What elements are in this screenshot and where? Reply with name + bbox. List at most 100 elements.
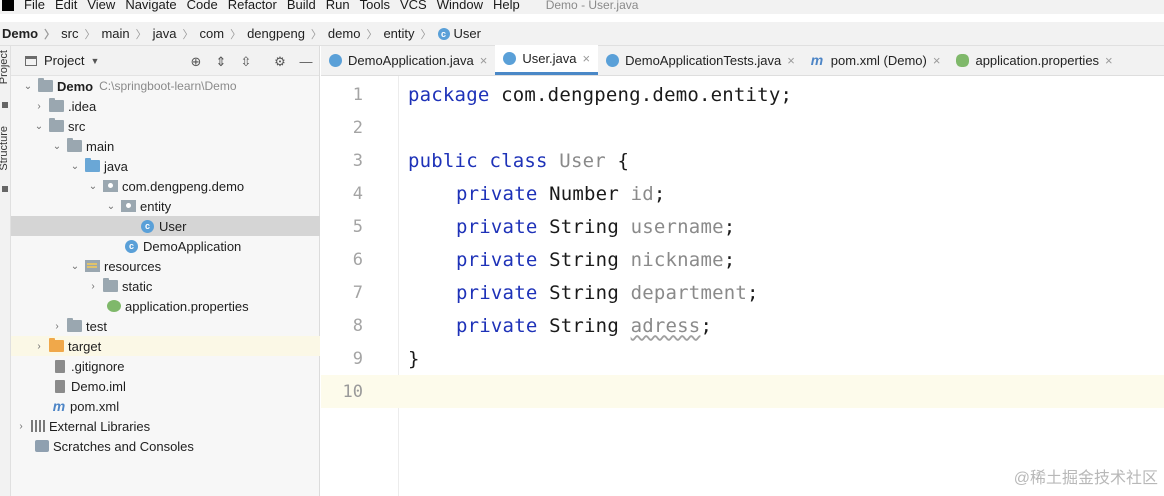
breadcrumb-item-main[interactable]: main 〉 xyxy=(101,26,152,42)
tree-item-user[interactable]: c User xyxy=(11,216,320,236)
chevron-right-icon[interactable]: › xyxy=(33,341,45,352)
close-icon[interactable]: × xyxy=(1105,53,1113,68)
locate-icon[interactable]: ⊕ xyxy=(189,55,203,69)
tree-item-demo-iml[interactable]: Demo.iml xyxy=(11,376,320,396)
tree-item-entity[interactable]: ⌄ entity xyxy=(11,196,320,216)
tab-user-java[interactable]: User.java × xyxy=(495,45,599,75)
tree-item-pom-xml[interactable]: m pom.xml xyxy=(11,396,320,416)
chevron-down-icon[interactable]: ⌄ xyxy=(69,161,81,172)
breadcrumb-item-demo[interactable]: Demo 〉 xyxy=(2,26,61,42)
tree-item-test[interactable]: › test xyxy=(11,316,320,336)
breadcrumb-item-user[interactable]: c User xyxy=(437,26,481,41)
menu-code[interactable]: Code xyxy=(187,0,218,11)
tree-item-label: application.properties xyxy=(125,298,249,314)
chevron-down-icon[interactable]: ⌄ xyxy=(105,201,117,212)
project-panel-title[interactable]: Project xyxy=(44,53,84,68)
code-line[interactable]: 5 private String username; xyxy=(321,210,1164,243)
chevron-right-icon[interactable]: › xyxy=(87,281,99,292)
code-line[interactable]: 6 private String nickname; xyxy=(321,243,1164,276)
chevron-down-icon[interactable]: ⌄ xyxy=(87,181,99,192)
keyword: package xyxy=(408,83,490,106)
code-line[interactable]: 7 private String department; xyxy=(321,276,1164,309)
intellij-logo-icon xyxy=(2,0,14,11)
line-number: 10 xyxy=(342,381,363,402)
code-line-current[interactable]: 10 xyxy=(321,375,1164,408)
structure-tool-window-tab[interactable]: Structure xyxy=(0,126,10,171)
menu-window[interactable]: Window xyxy=(437,0,483,11)
menu-navigate[interactable]: Navigate xyxy=(125,0,176,11)
menu-run[interactable]: Run xyxy=(326,0,350,11)
tab-demoapplication-java[interactable]: DemoApplication.java × xyxy=(321,45,495,75)
breadcrumb-item-demo-pkg[interactable]: demo 〉 xyxy=(328,26,384,42)
tree-item-external-libraries[interactable]: › External Libraries xyxy=(11,416,320,436)
field-name: department xyxy=(630,281,747,304)
tree-item-label: User xyxy=(159,218,187,234)
tree-item-idea[interactable]: › .idea xyxy=(11,96,320,116)
close-icon[interactable]: × xyxy=(583,51,591,66)
code-editor[interactable]: 1 package com.dengpeng.demo.entity; 2 3 … xyxy=(321,76,1164,496)
tree-item-resources[interactable]: ⌄ resources xyxy=(11,256,320,276)
chevron-down-icon[interactable]: ⌄ xyxy=(33,121,45,132)
tree-item-java[interactable]: ⌄ java xyxy=(11,156,320,176)
tree-item-demoapplication[interactable]: c DemoApplication xyxy=(11,236,320,256)
code-line[interactable]: 2 xyxy=(321,111,1164,144)
close-icon[interactable]: × xyxy=(933,53,941,68)
tree-item-src[interactable]: ⌄ src xyxy=(11,116,320,136)
menu-help[interactable]: Help xyxy=(493,0,520,11)
chevron-right-icon[interactable]: › xyxy=(51,321,63,332)
chevron-right-icon: 〉 xyxy=(420,28,432,41)
breadcrumb-item-com[interactable]: com 〉 xyxy=(200,26,248,42)
tree-item-scratches[interactable]: Scratches and Consoles xyxy=(11,436,320,456)
menu-refactor[interactable]: Refactor xyxy=(228,0,277,11)
project-tool-window-tab[interactable]: Project xyxy=(0,50,10,84)
tree-item-static[interactable]: › static xyxy=(11,276,320,296)
chevron-right-icon: 〉 xyxy=(182,28,194,41)
breadcrumb-item-dengpeng[interactable]: dengpeng 〉 xyxy=(247,26,328,42)
tree-item-application-properties[interactable]: application.properties xyxy=(11,296,320,316)
close-icon[interactable]: × xyxy=(787,53,795,68)
tree-item-gitignore[interactable]: .gitignore xyxy=(11,356,320,376)
tree-item-label: Demo.iml xyxy=(71,378,126,394)
chevron-right-icon: 〉 xyxy=(84,28,96,41)
code-text: private String nickname; xyxy=(456,249,735,271)
menu-view[interactable]: View xyxy=(87,0,115,11)
keyword: private xyxy=(456,281,538,304)
tab-pom-xml[interactable]: m pom.xml (Demo) × xyxy=(803,45,949,75)
tree-item-com-dengpeng-demo[interactable]: ⌄ com.dengpeng.demo xyxy=(11,176,320,196)
chevron-down-icon[interactable]: ⌄ xyxy=(22,81,34,92)
expand-all-icon[interactable]: ⇕ xyxy=(214,55,228,69)
gear-icon[interactable]: ⚙ xyxy=(273,55,287,69)
code-text: } xyxy=(408,348,420,370)
menu-tools[interactable]: Tools xyxy=(360,0,390,11)
tree-item-target[interactable]: › target xyxy=(11,336,320,356)
menu-file[interactable]: File xyxy=(24,0,45,11)
tree-item-label: test xyxy=(86,318,107,334)
chevron-down-icon[interactable]: ▼ xyxy=(90,56,99,66)
code-line[interactable]: 3 public class User { xyxy=(321,144,1164,177)
close-icon[interactable]: × xyxy=(480,53,488,68)
tree-item-demo[interactable]: ⌄ Demo C:\springboot-learn\Demo xyxy=(11,76,320,96)
spring-properties-icon xyxy=(107,300,121,312)
menu-bar: File Edit View Navigate Code Refactor Bu… xyxy=(0,0,1164,14)
code-line[interactable]: 4 private Number id; xyxy=(321,177,1164,210)
collapse-all-icon[interactable]: ⇳ xyxy=(239,55,253,69)
breadcrumb-item-java[interactable]: java 〉 xyxy=(153,26,200,42)
tab-demoapplicationtests-java[interactable]: DemoApplicationTests.java × xyxy=(598,45,803,75)
chevron-right-icon[interactable]: › xyxy=(33,101,45,112)
tree-item-label: target xyxy=(68,338,102,354)
menu-vcs[interactable]: VCS xyxy=(400,0,427,11)
module-file-icon xyxy=(55,379,65,393)
tree-item-main[interactable]: ⌄ main xyxy=(11,136,320,156)
code-line[interactable]: 9 } xyxy=(321,342,1164,375)
chevron-down-icon[interactable]: ⌄ xyxy=(69,261,81,272)
chevron-down-icon[interactable]: ⌄ xyxy=(51,141,63,152)
menu-build[interactable]: Build xyxy=(287,0,316,11)
breadcrumb-item-entity[interactable]: entity 〉 xyxy=(383,26,437,42)
tab-application-properties[interactable]: application.properties × xyxy=(948,45,1120,75)
breadcrumb-item-src[interactable]: src 〉 xyxy=(61,26,101,42)
chevron-right-icon[interactable]: › xyxy=(15,421,27,432)
code-line[interactable]: 8 private String adress; xyxy=(321,309,1164,342)
code-line[interactable]: 1 package com.dengpeng.demo.entity; xyxy=(321,78,1164,111)
hide-icon[interactable]: — xyxy=(299,55,313,69)
menu-edit[interactable]: Edit xyxy=(55,0,77,11)
